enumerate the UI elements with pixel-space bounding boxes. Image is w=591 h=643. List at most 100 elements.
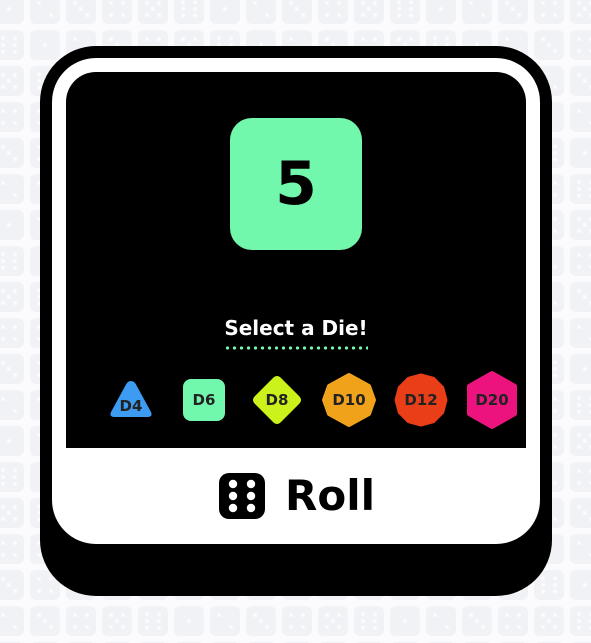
background-dice-pip xyxy=(157,625,161,630)
background-dice-pip xyxy=(439,7,443,11)
background-dice-pip xyxy=(301,13,305,17)
background-dice-tile xyxy=(570,138,591,168)
background-dice-pip xyxy=(577,433,581,437)
background-dice-tile xyxy=(570,318,591,348)
background-dice-tile xyxy=(0,606,24,636)
background-dice-pip xyxy=(1,43,5,47)
background-dice-pip xyxy=(1,36,5,41)
background-dice-pip xyxy=(193,37,197,41)
select-die-underline xyxy=(224,346,368,350)
background-dice-pip xyxy=(13,481,17,486)
result-screen: 5 Select a Die! D4 D6 D8 D10 D12 D20 xyxy=(66,72,526,448)
background-dice-pip xyxy=(337,613,341,617)
background-dice-pip xyxy=(13,36,17,41)
background-dice-pip xyxy=(1,397,5,401)
background-dice-pip xyxy=(577,193,581,198)
background-dice-pip xyxy=(1,85,5,89)
background-dice-pip xyxy=(13,337,17,341)
background-dice-tile xyxy=(570,570,591,600)
background-dice-pip xyxy=(583,439,587,443)
die-d4-button[interactable]: D4 xyxy=(99,368,163,432)
background-dice-pip xyxy=(289,1,293,5)
background-dice-pip xyxy=(367,7,371,11)
die-d6-label: D6 xyxy=(192,391,216,409)
background-dice-tile xyxy=(498,606,528,636)
background-dice-tile xyxy=(426,0,456,24)
background-dice-tile xyxy=(570,282,591,312)
background-dice-pip xyxy=(325,13,329,17)
background-dice-pip xyxy=(373,13,377,17)
background-dice-pip xyxy=(193,7,197,11)
background-dice-tile xyxy=(318,0,348,24)
background-dice-pip xyxy=(553,367,557,371)
background-dice-pip xyxy=(73,1,77,5)
background-dice-pip xyxy=(583,79,587,83)
background-dice-pip xyxy=(469,613,473,617)
die-d8-label: D8 xyxy=(265,391,289,409)
background-dice-tile xyxy=(570,30,591,60)
background-dice-pip xyxy=(325,625,329,629)
background-dice-pip xyxy=(1,517,5,521)
background-dice-pip xyxy=(337,625,341,629)
die-d10-button[interactable]: D10 xyxy=(317,368,381,432)
background-dice-pip xyxy=(577,469,581,473)
background-dice-tile xyxy=(30,0,60,24)
background-dice-tile xyxy=(0,174,24,204)
background-dice-pip xyxy=(583,7,587,11)
background-dice-pip xyxy=(583,511,587,515)
background-dice-tile xyxy=(174,0,204,24)
background-dice-pip xyxy=(7,511,11,515)
background-dice-pip xyxy=(229,36,233,41)
background-dice-pip xyxy=(13,468,17,473)
background-dice-tile xyxy=(66,606,96,636)
background-dice-pip xyxy=(445,625,449,629)
background-dice-pip xyxy=(73,625,77,629)
background-dice-pip xyxy=(553,613,557,617)
roll-button-label: Roll xyxy=(285,471,375,520)
background-dice-pip xyxy=(541,1,545,5)
die-d20-button[interactable]: D20 xyxy=(460,368,524,432)
background-dice-pip xyxy=(13,73,17,77)
background-dice-pip xyxy=(505,37,509,41)
background-dice-pip xyxy=(541,13,545,17)
background-dice-pip xyxy=(151,7,155,11)
background-dice-pip xyxy=(475,619,479,623)
background-dice-pip xyxy=(1,553,5,557)
background-dice-pip xyxy=(1,505,5,509)
background-dice-pip xyxy=(7,223,11,227)
background-dice-pip xyxy=(13,265,17,270)
background-dice-pip xyxy=(577,289,581,293)
background-dice-pip xyxy=(397,0,401,5)
background-dice-pip xyxy=(577,1,581,5)
die-d8-button[interactable]: D8 xyxy=(245,368,309,432)
die-d12-button[interactable]: D12 xyxy=(389,368,453,432)
background-dice-pip xyxy=(373,37,377,41)
background-dice-pip xyxy=(361,13,365,17)
background-dice-pip xyxy=(361,1,365,5)
background-dice-pip xyxy=(445,36,449,41)
roll-button[interactable]: Roll xyxy=(66,448,526,544)
background-dice-tile xyxy=(462,0,492,24)
die-d6-button[interactable]: D6 xyxy=(172,368,236,432)
background-dice-pip xyxy=(583,151,587,155)
background-dice-pip xyxy=(409,13,413,18)
background-dice-pip xyxy=(361,619,365,623)
background-dice-pip xyxy=(265,625,269,629)
roll-result-value: 5 xyxy=(275,149,317,219)
background-dice-pip xyxy=(229,625,233,629)
background-dice-pip xyxy=(517,13,521,17)
background-dice-pip xyxy=(505,1,509,5)
background-dice-pip xyxy=(505,613,509,617)
background-dice-pip xyxy=(469,1,473,5)
background-dice-pip xyxy=(37,72,41,77)
background-dice-pip xyxy=(115,619,119,623)
background-dice-pip xyxy=(1,361,5,365)
background-dice-pip xyxy=(481,625,485,629)
background-dice-pip xyxy=(577,187,581,191)
background-dice-pip xyxy=(109,1,113,5)
background-dice-pip xyxy=(13,553,17,557)
background-dice-pip xyxy=(43,619,47,623)
background-dice-pip xyxy=(13,373,17,377)
background-dice-tile xyxy=(0,498,24,528)
background-dice-pip xyxy=(553,85,557,89)
